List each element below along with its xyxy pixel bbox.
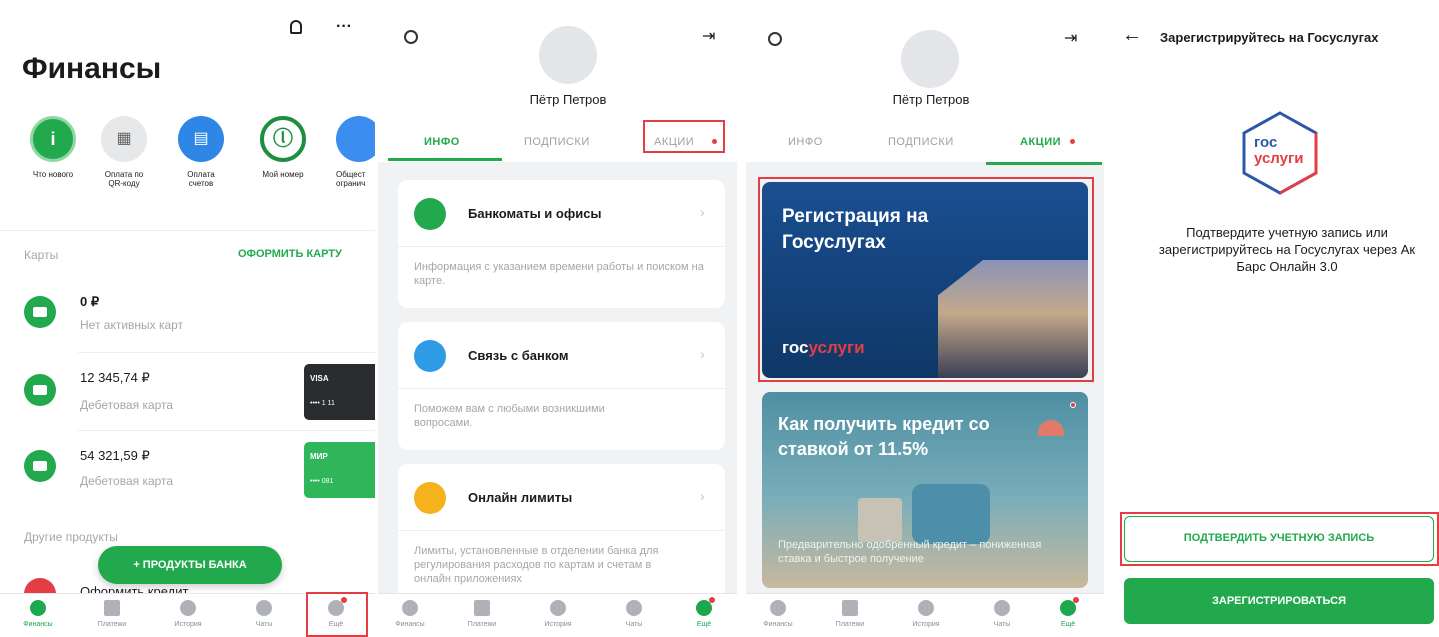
notification-dot — [1073, 597, 1079, 603]
ruble-icon — [402, 600, 418, 616]
chevron-right-icon: › — [700, 204, 705, 220]
profile-name: Пётр Петров — [529, 92, 607, 107]
tab-payments[interactable]: Платежи — [820, 600, 880, 628]
tab-finance[interactable]: Финансы — [748, 600, 808, 628]
description-text: Подтвердите учетную запись или зарегистр… — [1158, 225, 1416, 274]
tab-chats[interactable]: Чаты — [972, 600, 1032, 628]
tab-info[interactable]: ИНФО — [424, 136, 460, 148]
tab-finance[interactable]: Финансы — [380, 600, 440, 628]
gosuslugi-logo: гос услуги — [1240, 110, 1320, 196]
promotions-tab-highlight — [643, 120, 725, 153]
chat-icon — [256, 600, 272, 616]
lamp-icon — [1038, 420, 1064, 436]
tab-history[interactable]: История — [528, 600, 588, 628]
side-table-image — [858, 498, 902, 542]
account-row[interactable]: 12 345,74 ₽ Дебетовая карта VISA •••• 1 … — [0, 362, 375, 422]
profile-name: Пётр Петров — [892, 92, 970, 107]
story-bills[interactable]: ▤ Оплата счетов — [172, 116, 230, 188]
chevron-right-icon: › — [700, 346, 705, 362]
credit-promo-banner[interactable]: Как получить кредит со ставкой от 11.5% … — [762, 392, 1088, 588]
tab-info[interactable]: ИНФО — [788, 136, 823, 148]
settings-icon[interactable] — [404, 30, 418, 44]
bell-icon[interactable] — [290, 20, 302, 34]
card-icon — [24, 450, 56, 482]
finance-screen: ··· Финансы i Что нового ▦ Оплата по QR-… — [0, 0, 375, 637]
tab-payments[interactable]: Платежи — [82, 600, 142, 628]
card-chip: МИР •••• 081 — [304, 442, 375, 498]
contact-bank-card[interactable]: Связь с банком › Поможем вам с любыми во… — [398, 322, 725, 450]
tab-history[interactable]: История — [158, 600, 218, 628]
notification-dot — [709, 597, 715, 603]
more-tab-highlight — [306, 592, 368, 637]
chat-icon — [994, 600, 1010, 616]
stories-row: i Что нового ▦ Оплата по QR-коду ▤ Оплат… — [0, 116, 375, 206]
tab-history[interactable]: История — [896, 600, 956, 628]
other-products-label: Другие продукты — [24, 530, 118, 544]
notification-dot — [1070, 139, 1075, 144]
tab-more[interactable]: Ещё — [1038, 597, 1098, 628]
more-circle-icon — [696, 597, 715, 616]
logout-icon[interactable]: ⇥ — [1064, 28, 1077, 48]
profile-promotions-screen: ⇥ Пётр Петров ИНФО ПОДПИСКИ АКЦИИ Регист… — [746, 0, 1104, 637]
more-icon[interactable]: ··· — [336, 18, 352, 36]
wallet-icon — [104, 600, 120, 616]
account-row[interactable]: 0 ₽ Нет активных карт — [0, 286, 375, 346]
tab-promotions[interactable]: АКЦИИ — [1020, 136, 1061, 148]
account-row[interactable]: 54 321,59 ₽ Дебетовая карта МИР •••• 081 — [0, 440, 375, 500]
tab-more[interactable]: Ещё — [674, 597, 734, 628]
confirm-button-highlight — [1120, 512, 1439, 566]
qr-icon: ▦ — [101, 116, 147, 162]
chevron-right-icon: › — [700, 488, 705, 504]
ruble-icon — [770, 600, 786, 616]
tab-bar: Финансы Платежи История Чаты Ещё — [378, 593, 737, 637]
bill-icon: ▤ — [178, 116, 224, 162]
more-circle-icon — [1060, 597, 1079, 616]
tab-chats[interactable]: Чаты — [234, 600, 294, 628]
cards-label: Карты — [24, 248, 59, 262]
limits-icon — [414, 482, 446, 514]
atm-offices-card[interactable]: Банкоматы и офисы › Информация с указани… — [398, 180, 725, 308]
back-arrow-icon[interactable]: ← — [1122, 24, 1142, 47]
avatar — [901, 30, 959, 88]
armchair-image — [912, 484, 990, 544]
sim-icon: ⓛ — [260, 116, 306, 162]
card-icon — [24, 296, 56, 328]
tab-subscriptions[interactable]: ПОДПИСКИ — [888, 136, 954, 148]
order-card-link[interactable]: ОФОРМИТЬ КАРТУ — [238, 248, 342, 260]
chat-icon — [626, 600, 642, 616]
tab-chats[interactable]: Чаты — [604, 600, 664, 628]
promo-banner-highlight — [758, 177, 1094, 382]
wallet-icon — [842, 600, 858, 616]
online-limits-card[interactable]: Онлайн лимиты › Лимиты, установленные в … — [398, 464, 725, 604]
story-whats-new[interactable]: i Что нового — [18, 116, 88, 179]
location-icon — [414, 198, 446, 230]
clock-icon — [918, 600, 934, 616]
register-button[interactable]: ЗАРЕГИСТРИРОВАТЬСЯ — [1124, 578, 1434, 624]
clock-icon — [180, 600, 196, 616]
story-icon — [336, 116, 375, 162]
card-chip: VISA •••• 1 11 — [304, 364, 375, 420]
settings-icon[interactable] — [768, 32, 782, 46]
bank-products-button[interactable]: + ПРОДУКТЫ БАНКА — [98, 546, 282, 584]
clock-icon — [550, 600, 566, 616]
story-my-number[interactable]: ⓛ Мой номер — [248, 116, 318, 179]
profile-info-screen: ⇥ Пётр Петров ИНФО ПОДПИСКИ АКЦИИ Банком… — [378, 0, 737, 637]
info-icon: i — [30, 116, 76, 162]
card-icon — [24, 374, 56, 406]
tab-finance[interactable]: Финансы — [8, 600, 68, 628]
story-public[interactable]: Общест огранич — [336, 116, 375, 188]
tab-payments[interactable]: Платежи — [452, 600, 512, 628]
ruble-icon — [30, 600, 46, 616]
avatar — [539, 26, 597, 84]
screen-title: Зарегистрируйтесь на Госуслугах — [1160, 30, 1379, 45]
chat-icon — [414, 340, 446, 372]
tab-subscriptions[interactable]: ПОДПИСКИ — [524, 136, 590, 148]
gosuslugi-registration-screen: ← Зарегистрируйтесь на Госуслугах гос ус… — [1108, 0, 1439, 637]
logout-icon[interactable]: ⇥ — [702, 26, 715, 46]
wallet-icon — [474, 600, 490, 616]
page-title: Финансы — [22, 52, 162, 85]
tab-bar: Финансы Платежи История Чаты Ещё — [746, 593, 1104, 637]
story-qr-pay[interactable]: ▦ Оплата по QR-коду — [92, 116, 156, 188]
notification-dot — [1070, 402, 1076, 408]
